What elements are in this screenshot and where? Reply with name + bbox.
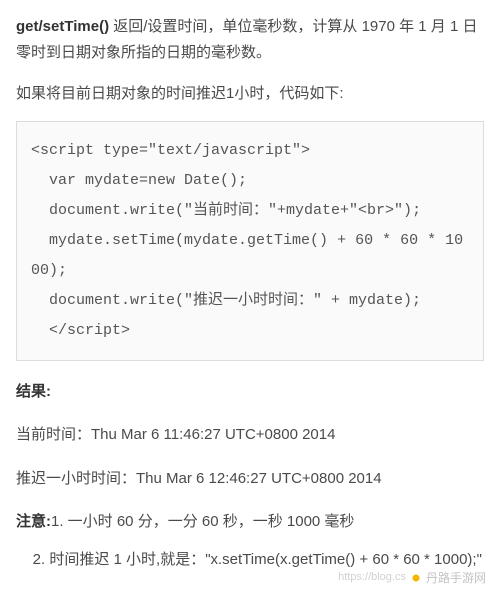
intro-paragraph: get/setTime() 返回/设置时间，单位毫秒数，计算从 1970 年 1… (16, 14, 484, 65)
flower-icon (410, 572, 422, 584)
lead-paragraph: 如果将目前日期对象的时间推迟1小时，代码如下: (16, 81, 484, 107)
note-label: 注意: (16, 513, 51, 530)
note-2-text: 2. 时间推迟 1 小时,就是："x.setTime(x.getTime() +… (33, 551, 482, 568)
code-block: <script type="text/javascript"> var myda… (16, 121, 484, 361)
note-2: 2. 时间推迟 1 小时,就是："x.setTime(x.getTime() +… (16, 547, 484, 573)
result-line-current: 当前时间：Thu Mar 6 11:46:27 UTC+0800 2014 (16, 422, 484, 448)
result-line-delayed: 推迟一小时时间：Thu Mar 6 12:46:27 UTC+0800 2014 (16, 466, 484, 492)
method-name: get/setTime() (16, 18, 109, 35)
note-1-text: 1. 一小时 60 分，一分 60 秒，一秒 1000 毫秒 (51, 513, 354, 530)
note-1: 注意:1. 一小时 60 分，一分 60 秒，一秒 1000 毫秒 (16, 509, 484, 535)
result-heading: 结果: (16, 379, 484, 405)
